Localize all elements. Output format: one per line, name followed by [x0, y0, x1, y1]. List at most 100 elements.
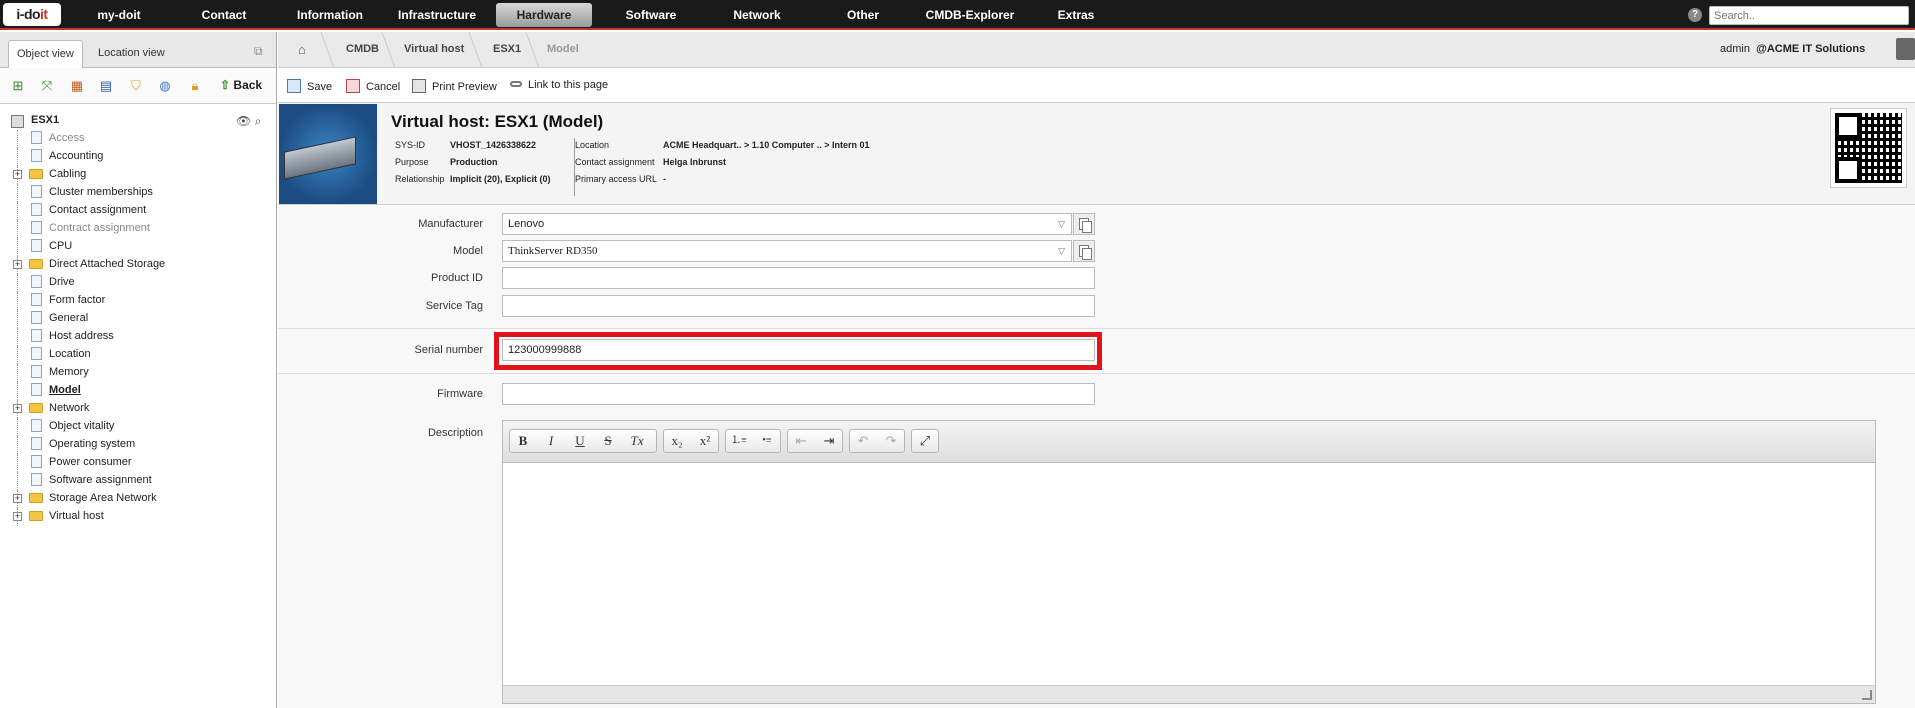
italic-button[interactable]: I [538, 430, 564, 452]
print-preview-button[interactable]: Print Preview [412, 79, 497, 93]
book-icon[interactable]: ▤ [98, 78, 114, 94]
tree-item-accounting[interactable]: Accounting [0, 148, 277, 166]
user-info[interactable]: admin @ACME IT Solutions [1720, 43, 1865, 55]
serial-number-input[interactable] [502, 339, 1095, 361]
tree-item-access[interactable]: Access [0, 130, 277, 148]
nav-software[interactable]: Software [612, 3, 690, 27]
nav-cmdb-explorer[interactable]: CMDB-Explorer [918, 3, 1022, 27]
tree-item-direct-attached-storage[interactable]: + Direct Attached Storage [0, 256, 277, 274]
resize-handle[interactable] [1862, 690, 1872, 700]
tree-connector [17, 220, 18, 238]
link-button[interactable]: Link to this page [510, 79, 608, 91]
search-input[interactable] [1709, 6, 1909, 25]
tree-item-memory[interactable]: Memory [0, 364, 277, 382]
tree-item-contact-assignment[interactable]: Contact assignment [0, 202, 277, 220]
save-button[interactable]: Save [287, 79, 332, 93]
crumb-virtual-host[interactable]: Virtual host [404, 43, 464, 55]
object-image [279, 104, 377, 204]
tab-object-view[interactable]: Object view [8, 40, 83, 68]
tree-item-contract-assignment[interactable]: Contract assignment [0, 220, 277, 238]
calendar-icon[interactable]: ▦ [69, 78, 85, 94]
description-editor[interactable]: B I U S Tx x₂ x² ⒈≡ •≡ ⇤ ⇥ ↶ ↷ ⤢ [502, 420, 1876, 704]
manufacturer-copy-button[interactable] [1073, 213, 1095, 235]
globe-icon[interactable]: ◍ [157, 78, 173, 94]
model-select[interactable]: ThinkServer RD350 ▽ [502, 240, 1072, 262]
expand-icon[interactable]: + [13, 512, 22, 521]
redo-button[interactable]: ↷ [878, 430, 904, 452]
relationship-value[interactable]: Implicit (20), Explicit (0) [450, 174, 551, 184]
tree-item-general[interactable]: General [0, 310, 277, 328]
tree-item-power-consumer[interactable]: Power consumer [0, 454, 277, 472]
tree-item-network[interactable]: + Network [0, 400, 277, 418]
undo-button[interactable]: ↶ [850, 430, 876, 452]
folder-icon [29, 493, 43, 503]
back-button[interactable]: ⇧ Back [220, 78, 262, 92]
shield-icon[interactable]: ⛉ [128, 78, 144, 94]
tree-item-drive[interactable]: Drive [0, 274, 277, 292]
tree-item-host-address[interactable]: Host address [0, 328, 277, 346]
lock-icon[interactable]: 🔒︎ [187, 78, 203, 94]
qr-code[interactable] [1830, 108, 1907, 188]
tree-item-virtual-host[interactable]: + Virtual host [0, 508, 277, 526]
nav-my-doit[interactable]: my-doit [78, 3, 160, 27]
model-form: Manufacturer Lenovo ▽ Model ThinkServer R… [278, 206, 1915, 708]
tree-item-label: Host address [49, 330, 114, 342]
nav-extras[interactable]: Extras [1044, 3, 1108, 27]
strike-button[interactable]: S [595, 430, 621, 452]
expand-icon[interactable]: + [13, 404, 22, 413]
crumb-esx1[interactable]: ESX1 [493, 43, 521, 55]
ordered-list-button[interactable]: ⒈≡ [726, 430, 752, 452]
nav-information[interactable]: Information [290, 3, 370, 27]
view-search-icons[interactable]: 👁︎ ⌕ [236, 114, 261, 129]
nav-infrastructure[interactable]: Infrastructure [390, 3, 484, 27]
bold-button[interactable]: B [510, 430, 536, 452]
folder-icon [29, 259, 43, 269]
tree-item-form-factor[interactable]: Form factor [0, 292, 277, 310]
underline-button[interactable]: U [567, 430, 593, 452]
tree-item-location[interactable]: Location [0, 346, 277, 364]
cancel-button[interactable]: Cancel [346, 79, 400, 93]
nav-contact[interactable]: Contact [186, 3, 262, 27]
nav-network[interactable]: Network [718, 3, 796, 27]
tree-item-model[interactable]: Model [0, 382, 277, 400]
indent-button[interactable]: ⇥ [816, 430, 842, 452]
tree-root-label[interactable]: ESX1 [31, 114, 59, 130]
nav-hardware[interactable]: Hardware [496, 3, 592, 27]
expand-icon[interactable]: + [13, 260, 22, 269]
model-copy-button[interactable] [1073, 240, 1095, 262]
crumb-cmdb[interactable]: CMDB [346, 43, 379, 55]
location-value[interactable]: ACME Headquart.. > 1.10 Computer .. > In… [663, 140, 870, 150]
outdent-button[interactable]: ⇤ [788, 430, 814, 452]
tree-item-cabling[interactable]: + Cabling [0, 166, 277, 184]
tree-collapse-icon[interactable]: ⤧ [39, 78, 55, 94]
maximize-button[interactable]: ⤢ [912, 430, 938, 452]
avatar[interactable] [1896, 38, 1915, 60]
sysid-value: VHOST_1426338622 [450, 140, 537, 150]
service-tag-input[interactable] [502, 295, 1095, 317]
tree-item-storage-area-network[interactable]: + Storage Area Network [0, 490, 277, 508]
subscript-button[interactable]: x₂ [664, 430, 690, 452]
app-logo[interactable]: i-doit [3, 3, 61, 26]
tree-item-software-assignment[interactable]: Software assignment [0, 472, 277, 490]
tree-connector [17, 238, 18, 256]
tree-item-cluster-memberships[interactable]: Cluster memberships [0, 184, 277, 202]
tree-item-operating-system[interactable]: Operating system [0, 436, 277, 454]
bullet-list-button[interactable]: •≡ [754, 430, 780, 452]
tree-item-cpu[interactable]: CPU [0, 238, 277, 256]
clear-format-button[interactable]: Tx [624, 430, 650, 452]
firmware-input[interactable] [502, 383, 1095, 405]
tree-expand-icon[interactable]: ⊞ [10, 78, 26, 94]
manufacturer-select[interactable]: Lenovo ▽ [502, 213, 1072, 235]
expand-icon[interactable]: + [13, 494, 22, 503]
nav-other[interactable]: Other [826, 3, 900, 27]
tree-item-object-vitality[interactable]: Object vitality [0, 418, 277, 436]
product-id-input[interactable] [502, 267, 1095, 289]
home-icon[interactable]: ⌂ [298, 43, 312, 56]
superscript-button[interactable]: x² [692, 430, 718, 452]
help-icon[interactable]: ? [1688, 8, 1702, 22]
tab-location-view[interactable]: Location view [90, 40, 173, 68]
logo-text-accent: it [40, 6, 48, 22]
expand-icon[interactable]: + [13, 170, 22, 179]
contact-value[interactable]: Helga Inbrunst [663, 157, 726, 167]
popout-icon[interactable]: ⧉ [254, 44, 263, 59]
